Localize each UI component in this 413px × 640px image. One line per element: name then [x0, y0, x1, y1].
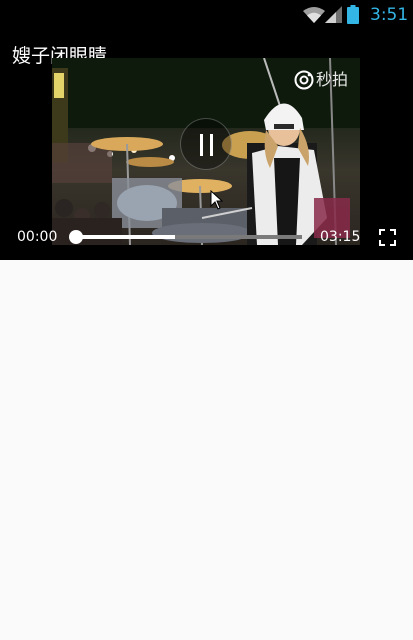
seek-bar-buffered	[76, 235, 175, 239]
wifi-icon	[303, 7, 325, 23]
watermark-text: 秒拍	[316, 70, 349, 89]
seek-bar[interactable]	[76, 235, 302, 239]
pause-button[interactable]	[180, 118, 232, 170]
watermark: 秒拍	[294, 69, 350, 91]
status-bar: 3:51	[0, 0, 413, 30]
fullscreen-icon[interactable]	[379, 229, 396, 246]
camera-icon	[294, 70, 314, 90]
playback-controls: 00:00 03:15	[0, 225, 413, 250]
battery-icon	[347, 5, 359, 24]
status-time: 3:51	[370, 5, 409, 25]
current-time: 00:00	[17, 229, 58, 245]
pause-icon	[200, 134, 203, 156]
pause-icon-bar	[210, 134, 213, 156]
mouse-cursor-icon	[210, 190, 224, 210]
seek-thumb[interactable]	[69, 230, 83, 244]
duration: 03:15	[320, 229, 361, 245]
video-player[interactable]: 嫂子闭眼睛 秒拍 00:00 03:15	[0, 30, 413, 260]
signal-icon	[325, 6, 342, 23]
